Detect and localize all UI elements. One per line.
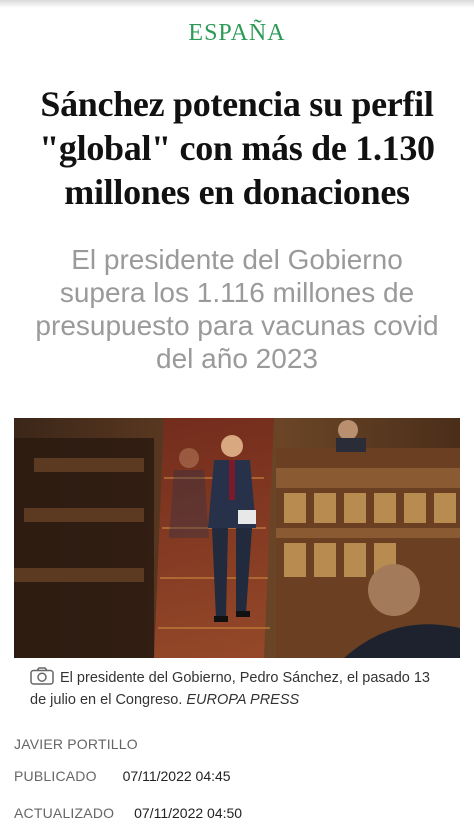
article-subheadline: El presidente del Gobierno supera los 1.… [10,243,464,375]
published-label: PUBLICADO [14,768,97,784]
author-name[interactable]: JAVIER PORTILLO [14,736,138,752]
headline-line: millones en donaciones [64,172,410,212]
subheadline-line: del año 2023 [156,343,318,374]
subheadline-line: supera los 1.116 millones de [59,277,415,308]
headline-line: Sánchez potencia su perfil [40,84,434,124]
photo-caption: El presidente del Gobierno, Pedro Sánche… [30,667,450,711]
updated-label: ACTUALIZADO [14,805,115,821]
published-row: PUBLICADO 07/11/2022 04:45 [14,768,231,784]
top-divider [0,0,474,8]
headline-line: "global" con más de 1.130 [39,128,435,168]
subheadline-line: El presidente del Gobierno [71,244,403,275]
published-date: 07/11/2022 04:45 [122,768,231,784]
subheadline-line: presupuesto para vacunas covid [35,310,439,341]
camera-icon [30,667,54,685]
updated-date: 07/11/2022 04:50 [134,805,243,821]
article-headline: Sánchez potencia su perfil "global" con … [10,82,464,214]
updated-row: ACTUALIZADO 07/11/2022 04:50 [14,805,242,821]
section-label[interactable]: ESPAÑA [0,20,474,47]
byline: JAVIER PORTILLO [14,736,138,752]
article-photo[interactable] [14,418,460,658]
photo-agency: EUROPA PRESS [186,692,300,708]
photo-illustration [14,418,460,658]
